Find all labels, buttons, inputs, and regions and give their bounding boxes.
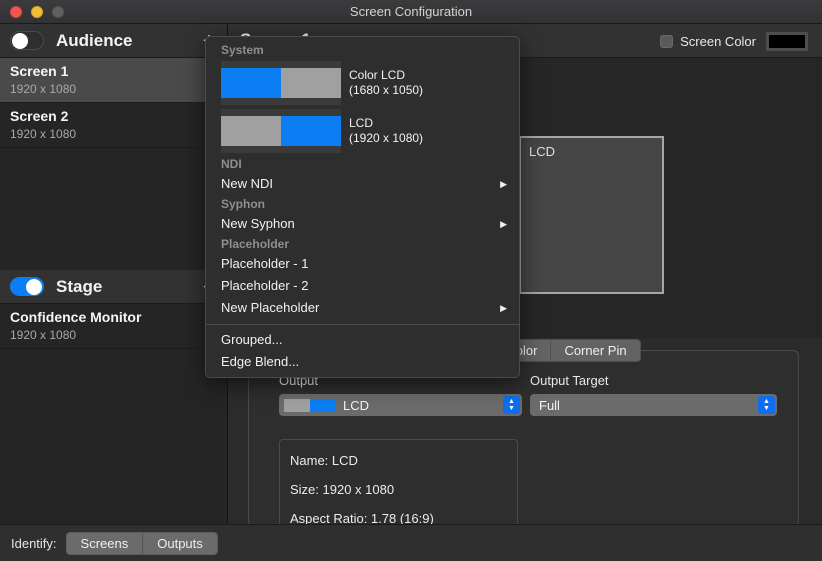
output-info-box: Name: LCD Size: 1920 x 1080 Aspect Ratio… <box>279 439 518 527</box>
output-target-dropdown[interactable]: Full ▲ ▼ <box>530 394 777 416</box>
chevron-right-icon: ▶ <box>500 303 507 313</box>
screen-color-well[interactable] <box>766 32 808 51</box>
identify-label: Identify: <box>11 535 57 551</box>
menu-item-label: Grouped... <box>221 332 283 347</box>
audience-toggle[interactable] <box>10 31 44 50</box>
screen-color-control: Screen Color <box>660 32 808 51</box>
info-name: Name: LCD <box>290 453 358 468</box>
output-value: LCD <box>343 397 370 413</box>
menu-item-grouped[interactable]: Grouped... <box>206 329 519 351</box>
screen-name: Screen 1 <box>10 63 69 79</box>
audience-screen-list: Screen 1 1920 x 1080 Screen 2 1920 x 108… <box>0 58 227 270</box>
output-dropdown[interactable]: LCD ▲ ▼ <box>279 394 522 416</box>
identify-outputs-button[interactable]: Outputs <box>142 532 217 554</box>
lcd-thumbnail-icon <box>221 109 341 153</box>
menu-item-placeholder-1[interactable]: Placeholder - 1 <box>206 253 519 275</box>
color-lcd-thumbnail-icon <box>221 61 341 105</box>
stage-group-title: Stage <box>56 276 103 296</box>
menu-item-new-ndi[interactable]: New NDI ▶ <box>206 173 519 195</box>
menu-section-system: System <box>221 43 264 57</box>
output-target-stepper-icon[interactable]: ▲ ▼ <box>758 396 775 414</box>
title-bar: Screen Configuration <box>0 0 822 24</box>
menu-item-color-lcd[interactable]: Color LCD (1680 x 1050) <box>206 59 519 107</box>
info-size: Size: 1920 x 1080 <box>290 482 395 497</box>
screen-preview-rect[interactable]: LCD <box>519 136 664 294</box>
output-target-value: Full <box>539 397 560 413</box>
menu-item-edge-blend[interactable]: Edge Blend... <box>206 351 519 377</box>
menu-item-label: Edge Blend... <box>221 354 300 369</box>
menu-item-label: New Placeholder <box>221 300 320 315</box>
menu-section-placeholder: Placeholder <box>221 237 290 251</box>
menu-item-lcd[interactable]: LCD (1920 x 1080) <box>206 107 519 155</box>
stage-group-header: Stage − <box>0 270 227 304</box>
screen-preview-label: LCD <box>529 144 556 159</box>
bottom-bar: Identify: Screens Outputs <box>0 524 822 561</box>
menu-divider <box>206 324 519 325</box>
chevron-right-icon: ▶ <box>500 179 507 189</box>
stage-toggle[interactable] <box>10 277 44 296</box>
menu-section-ndi: NDI <box>221 157 242 171</box>
menu-item-label: New Syphon <box>221 216 295 231</box>
screen-configuration-window: Screen Configuration Audience + Screen 1… <box>0 0 822 561</box>
add-screen-dropdown-menu: System Color LCD (1680 x 1050) LCD (1920… <box>205 36 520 378</box>
output-swatch-icon <box>284 398 336 412</box>
output-stepper-icon[interactable]: ▲ ▼ <box>503 396 520 414</box>
list-item-confidence-monitor[interactable]: Confidence Monitor 1920 x 1080 <box>0 304 227 349</box>
menu-item-label: Placeholder - 2 <box>221 278 309 293</box>
output-target-label: Output Target <box>530 373 609 388</box>
audience-group-header: Audience + <box>0 24 227 58</box>
menu-item-placeholder-2[interactable]: Placeholder - 2 <box>206 275 519 297</box>
screen-color-label: Screen Color <box>680 34 756 49</box>
list-item-screen-2[interactable]: Screen 2 1920 x 1080 <box>0 103 227 148</box>
screen-name: Screen 2 <box>10 108 69 124</box>
menu-item-new-syphon[interactable]: New Syphon ▶ <box>206 213 519 235</box>
screen-size: 1920 x 1080 <box>10 82 77 96</box>
audience-group-title: Audience <box>56 30 133 50</box>
screen-size: 1920 x 1080 <box>10 127 77 141</box>
lcd-resolution: (1920 x 1080) <box>349 131 424 145</box>
sidebar: Audience + Screen 1 1920 x 1080 Screen 2… <box>0 24 228 537</box>
stage-screen-list: Confidence Monitor 1920 x 1080 <box>0 304 227 479</box>
stage-toggle-knob <box>26 279 42 295</box>
window-title: Screen Configuration <box>349 4 473 19</box>
lcd-name: LCD <box>349 116 374 130</box>
screen-name: Confidence Monitor <box>10 309 142 325</box>
menu-item-label: New NDI <box>221 176 274 191</box>
list-item-screen-1[interactable]: Screen 1 1920 x 1080 <box>0 58 227 103</box>
color-lcd-resolution: (1680 x 1050) <box>349 83 424 97</box>
screen-color-checkbox[interactable] <box>660 35 674 48</box>
menu-item-new-placeholder[interactable]: New Placeholder ▶ <box>206 297 519 319</box>
chevron-right-icon: ▶ <box>500 219 507 229</box>
menu-section-syphon: Syphon <box>221 197 265 211</box>
color-lcd-name: Color LCD <box>349 68 406 82</box>
audience-toggle-knob <box>12 33 28 49</box>
menu-item-label: Placeholder - 1 <box>221 256 309 271</box>
tab-corner-pin[interactable]: Corner Pin <box>550 340 640 361</box>
identify-segmented-control: Screens Outputs <box>65 531 218 555</box>
identify-screens-button[interactable]: Screens <box>66 532 143 554</box>
screen-size: 1920 x 1080 <box>10 328 77 342</box>
